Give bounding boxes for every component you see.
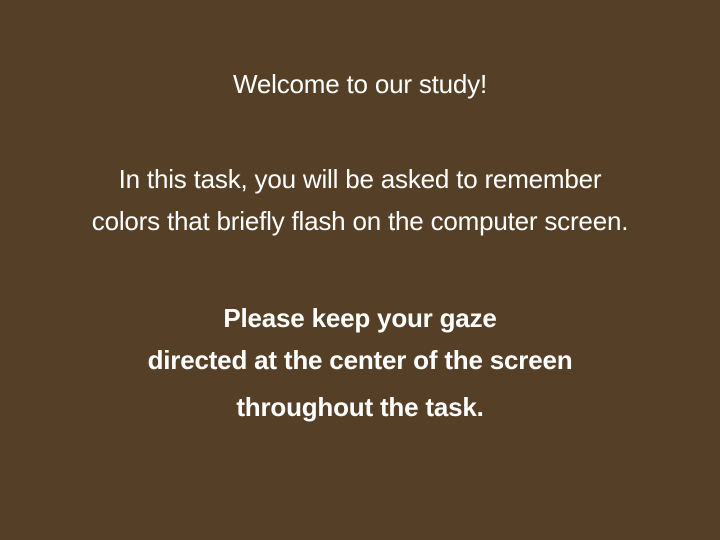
gaze-instruction-line-3: throughout the task.: [236, 392, 484, 422]
instruction-screen: Welcome to our study! In this task, you …: [0, 0, 720, 540]
task-description-line-2: colors that briefly flash on the compute…: [91, 206, 629, 236]
task-description-line-1: In this task, you will be asked to remem…: [118, 164, 602, 194]
gaze-instruction-line-1: Please keep your gaze: [223, 303, 497, 333]
gaze-instruction-line-2: directed at the center of the screen: [147, 345, 573, 375]
welcome-text: Welcome to our study!: [233, 69, 487, 99]
